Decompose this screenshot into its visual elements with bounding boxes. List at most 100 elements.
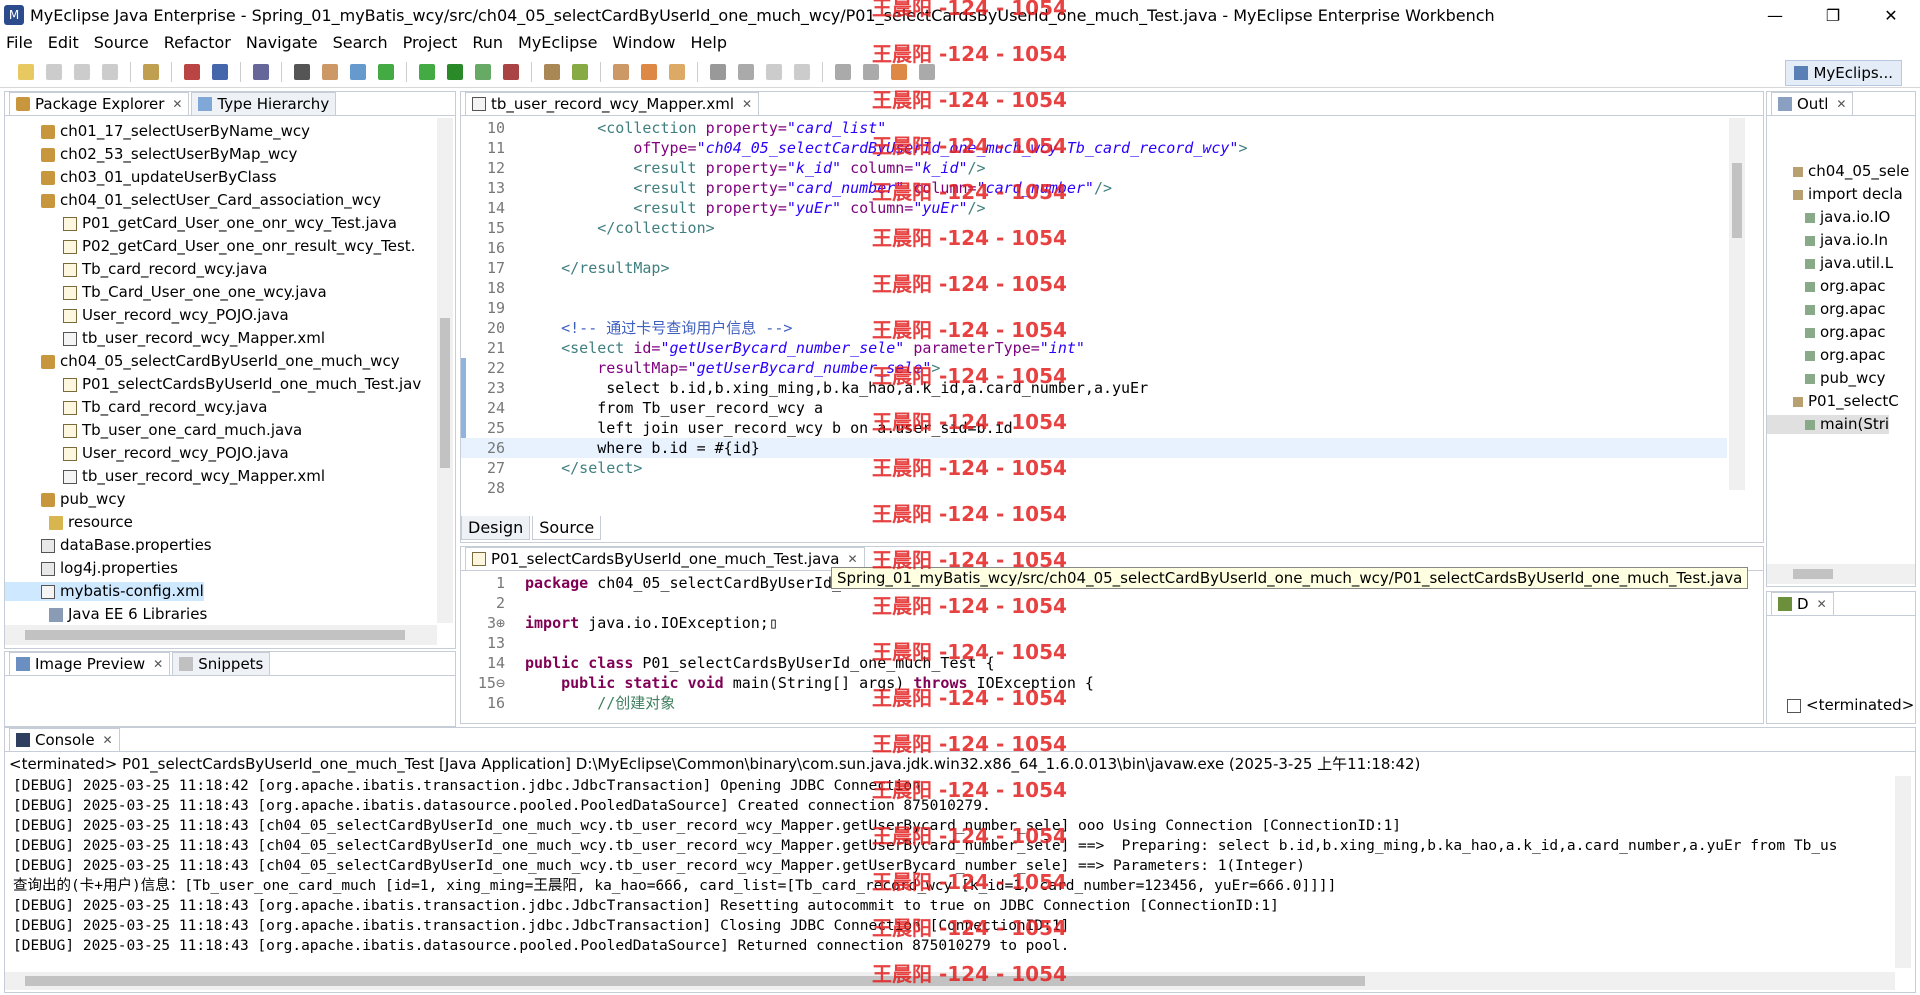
tree-item[interactable]: dataBase.properties — [5, 536, 212, 555]
outline-item[interactable]: main(Stri — [1767, 415, 1890, 434]
close-icon[interactable]: ✕ — [172, 97, 182, 111]
outline-item[interactable]: org.apac — [1767, 323, 1886, 342]
tree-item[interactable]: ch01_17_selectUserByName_wcy — [5, 122, 310, 141]
tree-vertical-scrollbar[interactable] — [437, 118, 453, 623]
tree-item[interactable]: ch03_01_updateUserByClass — [5, 168, 277, 187]
outline-horizontal-scrollbar[interactable] — [1767, 564, 1915, 584]
toolbar-button-icon[interactable] — [378, 63, 394, 80]
restore-button[interactable]: ❐ — [1804, 0, 1862, 30]
toolbar-button-icon[interactable] — [184, 63, 200, 80]
tab-design[interactable]: Design — [461, 516, 531, 540]
close-icon[interactable]: ✕ — [1836, 97, 1846, 111]
outline-item[interactable]: java.util.L — [1767, 254, 1893, 273]
tree-item[interactable]: tb_user_record_wcy_Mapper.xml — [5, 329, 325, 348]
tab-xml-editor[interactable]: tb_user_record_wcy_Mapper.xml ✕ — [465, 92, 760, 115]
toolbar-button-icon[interactable] — [322, 63, 338, 80]
menu-myeclipse[interactable]: MyEclipse — [518, 33, 597, 52]
close-icon[interactable]: ✕ — [847, 552, 857, 566]
tree-item[interactable]: User_record_wcy_POJO.java — [5, 306, 289, 325]
toolbar-button-icon[interactable] — [794, 63, 810, 80]
xml-code-area[interactable]: 10 <collection property="card_list" 11 of… — [461, 118, 1727, 510]
console-vertical-scrollbar[interactable] — [1895, 776, 1911, 968]
toolbar-button-icon[interactable] — [572, 63, 588, 80]
close-icon[interactable]: ✕ — [1817, 597, 1827, 611]
outline-item[interactable]: org.apac — [1767, 300, 1886, 319]
tab-outline[interactable]: Outl ✕ — [1771, 92, 1854, 115]
toolbar-button-icon[interactable] — [766, 63, 782, 80]
java-code-area[interactable]: 1 package ch04_05_selectCardByUserId_o 2 3⊕… — [461, 573, 1745, 721]
tab-console[interactable]: Console ✕ — [9, 728, 120, 751]
outline-item[interactable]: pub_wcy — [1767, 369, 1885, 388]
tab-java-editor[interactable]: P01_selectCardsByUserId_one_much_Test.ja… — [465, 547, 865, 570]
menu-navigate[interactable]: Navigate — [246, 33, 318, 52]
scroll-thumb[interactable] — [1793, 569, 1833, 579]
outline-item[interactable]: java.io.In — [1767, 231, 1888, 250]
tree-item[interactable]: Java EE 6 Libraries — [5, 605, 207, 623]
menu-project[interactable]: Project — [403, 33, 458, 52]
outline-item[interactable]: java.io.IO — [1767, 208, 1890, 227]
minimize-button[interactable]: — — [1746, 0, 1804, 30]
toolbar-button-icon[interactable] — [613, 63, 629, 80]
tree-item[interactable]: pub_wcy — [5, 490, 125, 509]
toolbar-button-icon[interactable] — [447, 63, 463, 80]
toolbar-button-icon[interactable] — [503, 63, 519, 80]
toolbar-button-icon[interactable] — [544, 63, 560, 80]
tab-debug[interactable]: D ✕ — [1771, 592, 1834, 615]
tree-item[interactable]: ch04_01_selectUser_Card_association_wcy — [5, 191, 381, 210]
menu-file[interactable]: File — [6, 33, 33, 52]
menu-run[interactable]: Run — [472, 33, 503, 52]
menu-source[interactable]: Source — [94, 33, 149, 52]
tree-item[interactable]: P01_getCard_User_one_onr_wcy_Test.java — [5, 214, 397, 233]
tree-item[interactable]: tb_user_record_wcy_Mapper.xml — [5, 467, 325, 486]
tree-item[interactable]: ch02_53_selectUserByMap_wcy — [5, 145, 297, 164]
toolbar-button-icon[interactable] — [835, 63, 851, 80]
menu-help[interactable]: Help — [691, 33, 727, 52]
scroll-thumb[interactable] — [1732, 163, 1742, 238]
toolbar-button-icon[interactable] — [350, 63, 366, 80]
toolbar-button-icon[interactable] — [212, 63, 228, 80]
toolbar-button-icon[interactable] — [74, 63, 90, 80]
tree-item[interactable]: P01_selectCardsByUserId_one_much_Test.ja… — [5, 375, 421, 394]
toolbar-button-icon[interactable] — [669, 63, 685, 80]
tree-item[interactable]: Tb_user_one_card_much.java — [5, 421, 302, 440]
toolbar-button-icon[interactable] — [419, 63, 435, 80]
tab-image-preview[interactable]: Image Preview ✕ — [9, 652, 171, 675]
tree-item[interactable]: Tb_card_record_wcy.java — [5, 260, 267, 279]
menu-search[interactable]: Search — [333, 33, 388, 52]
tab-source[interactable]: Source — [532, 516, 602, 540]
debug-terminated-item[interactable]: <terminated> — [1787, 696, 1914, 714]
outline-item[interactable]: import decla — [1767, 185, 1903, 204]
menu-edit[interactable]: Edit — [48, 33, 79, 52]
tree-item[interactable]: log4j.properties — [5, 559, 178, 578]
tab-snippets[interactable]: Snippets — [172, 652, 271, 675]
perspective-switcher[interactable]: MyEclips... — [1785, 60, 1902, 86]
outline-item[interactable]: ch04_05_sele — [1767, 162, 1909, 181]
tree-item[interactable]: resource — [5, 513, 133, 532]
tree-item[interactable]: P02_getCard_User_one_onr_result_wcy_Test… — [5, 237, 415, 256]
toolbar-button-icon[interactable] — [143, 63, 159, 80]
close-icon[interactable]: ✕ — [153, 657, 163, 671]
toolbar-button-icon[interactable] — [46, 63, 62, 80]
close-button[interactable]: ✕ — [1862, 0, 1920, 30]
menu-refactor[interactable]: Refactor — [164, 33, 231, 52]
tree-item[interactable]: Tb_Card_User_one_one_wcy.java — [5, 283, 327, 302]
outline-item[interactable]: P01_selectC — [1767, 392, 1899, 411]
outline-item[interactable]: org.apac — [1767, 346, 1886, 365]
toolbar-button-icon[interactable] — [710, 63, 726, 80]
outline-item[interactable]: org.apac — [1767, 277, 1886, 296]
tree-item[interactable]: Tb_card_record_wcy.java — [5, 398, 267, 417]
toolbar-button-icon[interactable] — [641, 63, 657, 80]
tree-item[interactable]: ch04_05_selectCardByUserId_one_much_wcy — [5, 352, 400, 371]
toolbar-button-icon[interactable] — [294, 63, 310, 80]
toolbar-button-icon[interactable] — [475, 63, 491, 80]
close-icon[interactable]: ✕ — [103, 733, 113, 747]
tab-type-hierarchy[interactable]: Type Hierarchy — [191, 92, 337, 115]
toolbar-button-icon[interactable] — [738, 63, 754, 80]
toolbar-button-icon[interactable] — [102, 63, 118, 80]
toolbar-button-icon[interactable] — [18, 63, 34, 80]
scroll-thumb[interactable] — [25, 630, 405, 640]
tree-item[interactable]: User_record_wcy_POJO.java — [5, 444, 289, 463]
scroll-thumb[interactable] — [25, 976, 1365, 986]
tree-horizontal-scrollbar[interactable] — [5, 625, 437, 645]
xml-vertical-scrollbar[interactable] — [1729, 118, 1745, 490]
